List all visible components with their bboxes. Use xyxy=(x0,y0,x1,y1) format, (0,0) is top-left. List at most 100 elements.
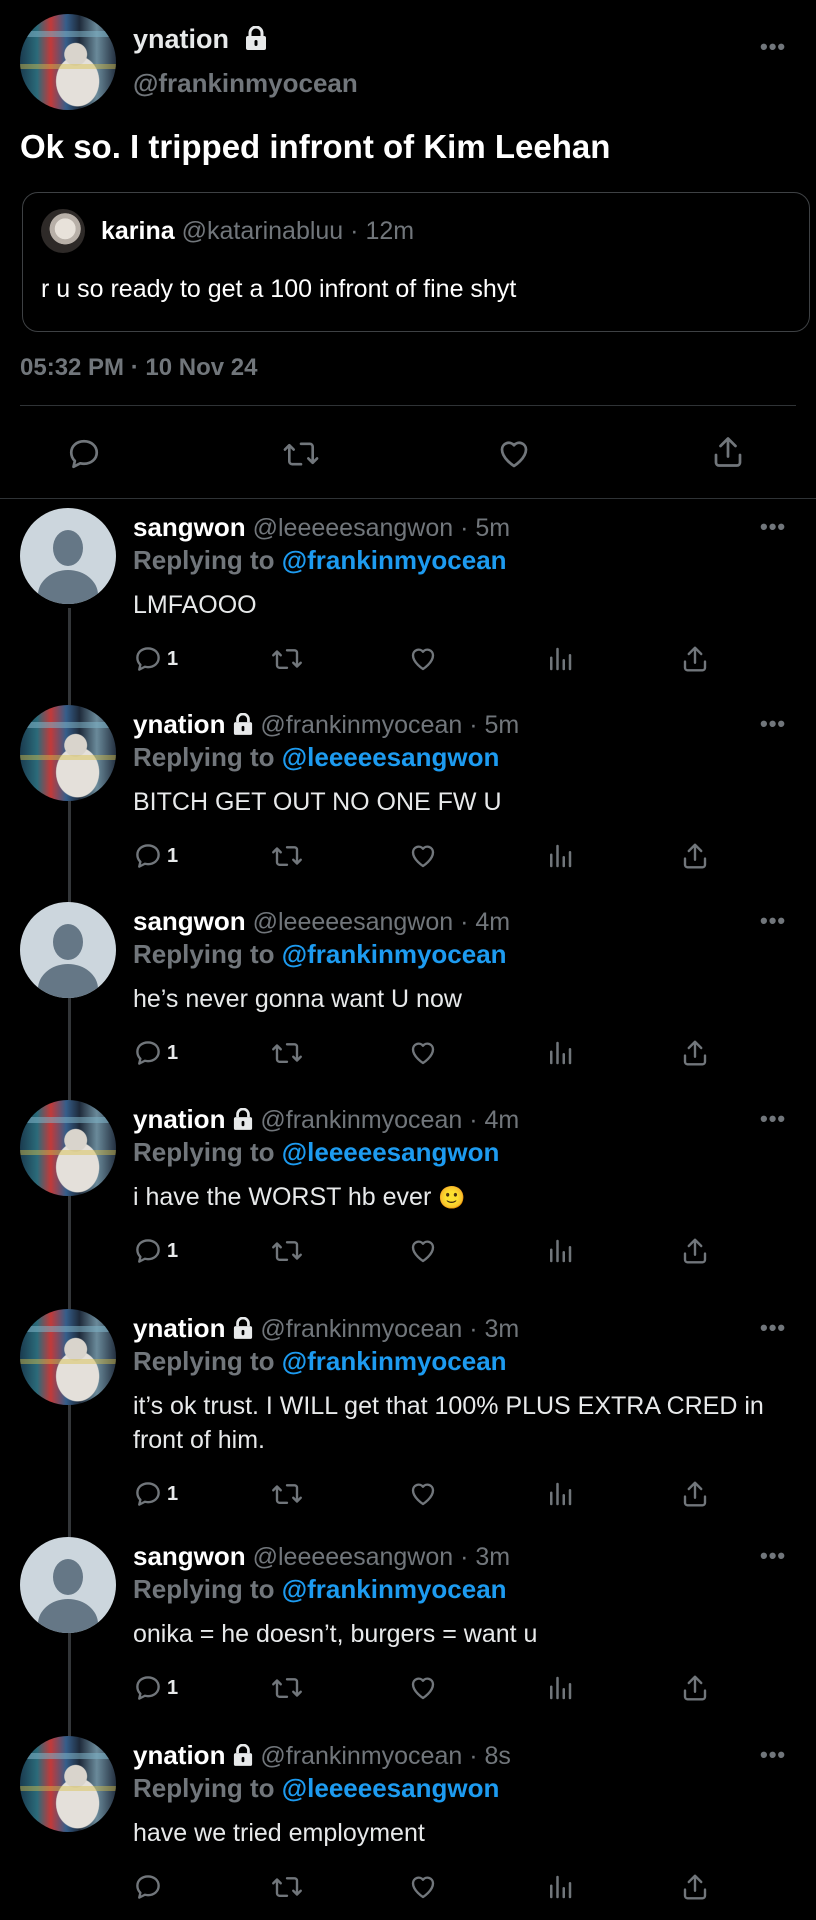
reply-handle: @leeeeesangwon xyxy=(252,514,454,542)
share-button[interactable] xyxy=(680,1038,710,1068)
replying-to-label: Replying to xyxy=(133,545,275,575)
reply-avatar[interactable] xyxy=(20,1736,116,1832)
like-button[interactable] xyxy=(408,841,438,871)
lock-icon xyxy=(233,1108,253,1130)
reply-button[interactable]: 1 xyxy=(133,841,178,871)
retweet-button[interactable] xyxy=(270,1673,304,1703)
replying-to-handle[interactable]: @frankinmyocean xyxy=(282,1346,507,1376)
reply-author-line[interactable]: ynation @frankinmyocean · 5m xyxy=(133,709,519,740)
views-button[interactable] xyxy=(545,644,575,674)
like-button[interactable] xyxy=(408,1236,438,1266)
more-options-icon[interactable]: ••• xyxy=(760,711,786,737)
more-options-icon[interactable]: ••• xyxy=(760,1543,786,1569)
reply-author-line[interactable]: ynation @frankinmyocean · 3m xyxy=(133,1313,519,1344)
replying-to-handle[interactable]: @frankinmyocean xyxy=(282,1574,507,1604)
quoted-text: r u so ready to get a 100 infront of fin… xyxy=(41,275,517,303)
reply-button[interactable] xyxy=(66,436,102,472)
reply-button[interactable]: 1 xyxy=(133,644,178,674)
reply-text-content: it’s ok trust. I WILL get that 100% PLUS… xyxy=(133,1392,764,1454)
reply-button[interactable]: 1 xyxy=(133,1038,178,1068)
analytics-icon xyxy=(545,1872,575,1902)
reply-age: · 3m xyxy=(460,1543,511,1571)
like-button[interactable] xyxy=(408,1038,438,1068)
retweet-button[interactable] xyxy=(270,1872,304,1902)
reply-display-name: ynation xyxy=(133,709,226,739)
reply-author-line[interactable]: sangwon @leeeeesangwon · 5m xyxy=(133,512,510,543)
views-button[interactable] xyxy=(545,1038,575,1068)
retweet-button[interactable] xyxy=(270,644,304,674)
like-button[interactable] xyxy=(408,1673,438,1703)
retweet-button[interactable] xyxy=(270,1479,304,1509)
views-button[interactable] xyxy=(545,1236,575,1266)
share-button[interactable] xyxy=(680,1479,710,1509)
like-button[interactable] xyxy=(408,644,438,674)
share-button[interactable] xyxy=(680,1236,710,1266)
reply-icon xyxy=(69,439,99,469)
divider xyxy=(20,405,796,406)
views-button[interactable] xyxy=(545,1479,575,1509)
reply-text-content: have we tried employment xyxy=(133,1819,425,1847)
reply-text: BITCH GET OUT NO ONE FW U xyxy=(133,785,793,819)
more-options-icon[interactable]: ••• xyxy=(760,1106,786,1132)
slight-smile-emoji: 🙂 xyxy=(438,1185,466,1210)
reply-button[interactable]: 1 xyxy=(133,1236,178,1266)
retweet-button[interactable] xyxy=(270,841,304,871)
replying-to-handle[interactable]: @frankinmyocean xyxy=(282,545,507,575)
share-button[interactable] xyxy=(680,1673,710,1703)
like-button[interactable] xyxy=(496,436,532,472)
more-options-icon[interactable]: ••• xyxy=(760,1742,786,1768)
reply-avatar[interactable] xyxy=(20,1537,116,1633)
reply-avatar[interactable] xyxy=(20,1100,116,1196)
share-button[interactable] xyxy=(680,841,710,871)
share-icon xyxy=(714,437,742,467)
heart-icon xyxy=(408,1236,438,1266)
like-button[interactable] xyxy=(408,1479,438,1509)
reply-age: · 5m xyxy=(469,711,520,739)
share-icon xyxy=(680,1236,710,1266)
replying-to-handle[interactable]: @leeeeesangwon xyxy=(282,1773,500,1803)
reply-avatar[interactable] xyxy=(20,508,116,604)
reply-avatar[interactable] xyxy=(20,1309,116,1405)
reply-count: 1 xyxy=(167,1482,179,1505)
reply-author-line[interactable]: sangwon @leeeeesangwon · 4m xyxy=(133,906,510,937)
replying-to-handle[interactable]: @leeeeesangwon xyxy=(282,742,500,772)
reply-button[interactable] xyxy=(133,1872,167,1902)
author-handle[interactable]: @frankinmyocean xyxy=(133,68,358,99)
views-button[interactable] xyxy=(545,1673,575,1703)
heart-icon xyxy=(408,644,438,674)
more-options-icon[interactable]: ••• xyxy=(760,908,786,934)
reply-avatar[interactable] xyxy=(20,902,116,998)
reply-count: 1 xyxy=(167,1041,179,1064)
replying-to-handle[interactable]: @frankinmyocean xyxy=(282,939,507,969)
reply-author-line[interactable]: ynation @frankinmyocean · 4m xyxy=(133,1104,519,1135)
retweet-button[interactable] xyxy=(270,1038,304,1068)
share-button[interactable] xyxy=(680,1872,710,1902)
share-icon xyxy=(680,1673,710,1703)
retweet-button[interactable] xyxy=(282,436,320,472)
views-button[interactable] xyxy=(545,841,575,871)
like-button[interactable] xyxy=(408,1872,438,1902)
share-button[interactable] xyxy=(680,644,710,674)
more-options-icon[interactable]: ••• xyxy=(760,34,786,60)
share-button[interactable] xyxy=(710,434,746,470)
reply-display-name: sangwon xyxy=(133,512,246,542)
author-avatar[interactable] xyxy=(20,14,116,110)
reply-display-name: ynation xyxy=(133,1740,226,1770)
reply-avatar[interactable] xyxy=(20,705,116,801)
replying-to-line: Replying to @frankinmyocean xyxy=(133,939,507,970)
views-button[interactable] xyxy=(545,1872,575,1902)
more-options-icon[interactable]: ••• xyxy=(760,514,786,540)
author-display-name[interactable]: ynation xyxy=(133,24,267,55)
reply-text: it’s ok trust. I WILL get that 100% PLUS… xyxy=(133,1389,793,1457)
reply-button[interactable]: 1 xyxy=(133,1479,178,1509)
reply-author-line[interactable]: sangwon @leeeeesangwon · 3m xyxy=(133,1541,510,1572)
retweet-button[interactable] xyxy=(270,1236,304,1266)
retweet-icon xyxy=(270,1673,304,1703)
more-options-icon[interactable]: ••• xyxy=(760,1315,786,1341)
reply-handle: @frankinmyocean xyxy=(260,711,463,739)
reply-button[interactable]: 1 xyxy=(133,1673,178,1703)
reply-author-line[interactable]: ynation @frankinmyocean · 8s xyxy=(133,1740,511,1771)
quoted-tweet-card[interactable]: karina @katarinabluu · 12m r u so ready … xyxy=(22,192,810,332)
quoted-display-name: karina xyxy=(101,217,175,245)
replying-to-handle[interactable]: @leeeeesangwon xyxy=(282,1137,500,1167)
